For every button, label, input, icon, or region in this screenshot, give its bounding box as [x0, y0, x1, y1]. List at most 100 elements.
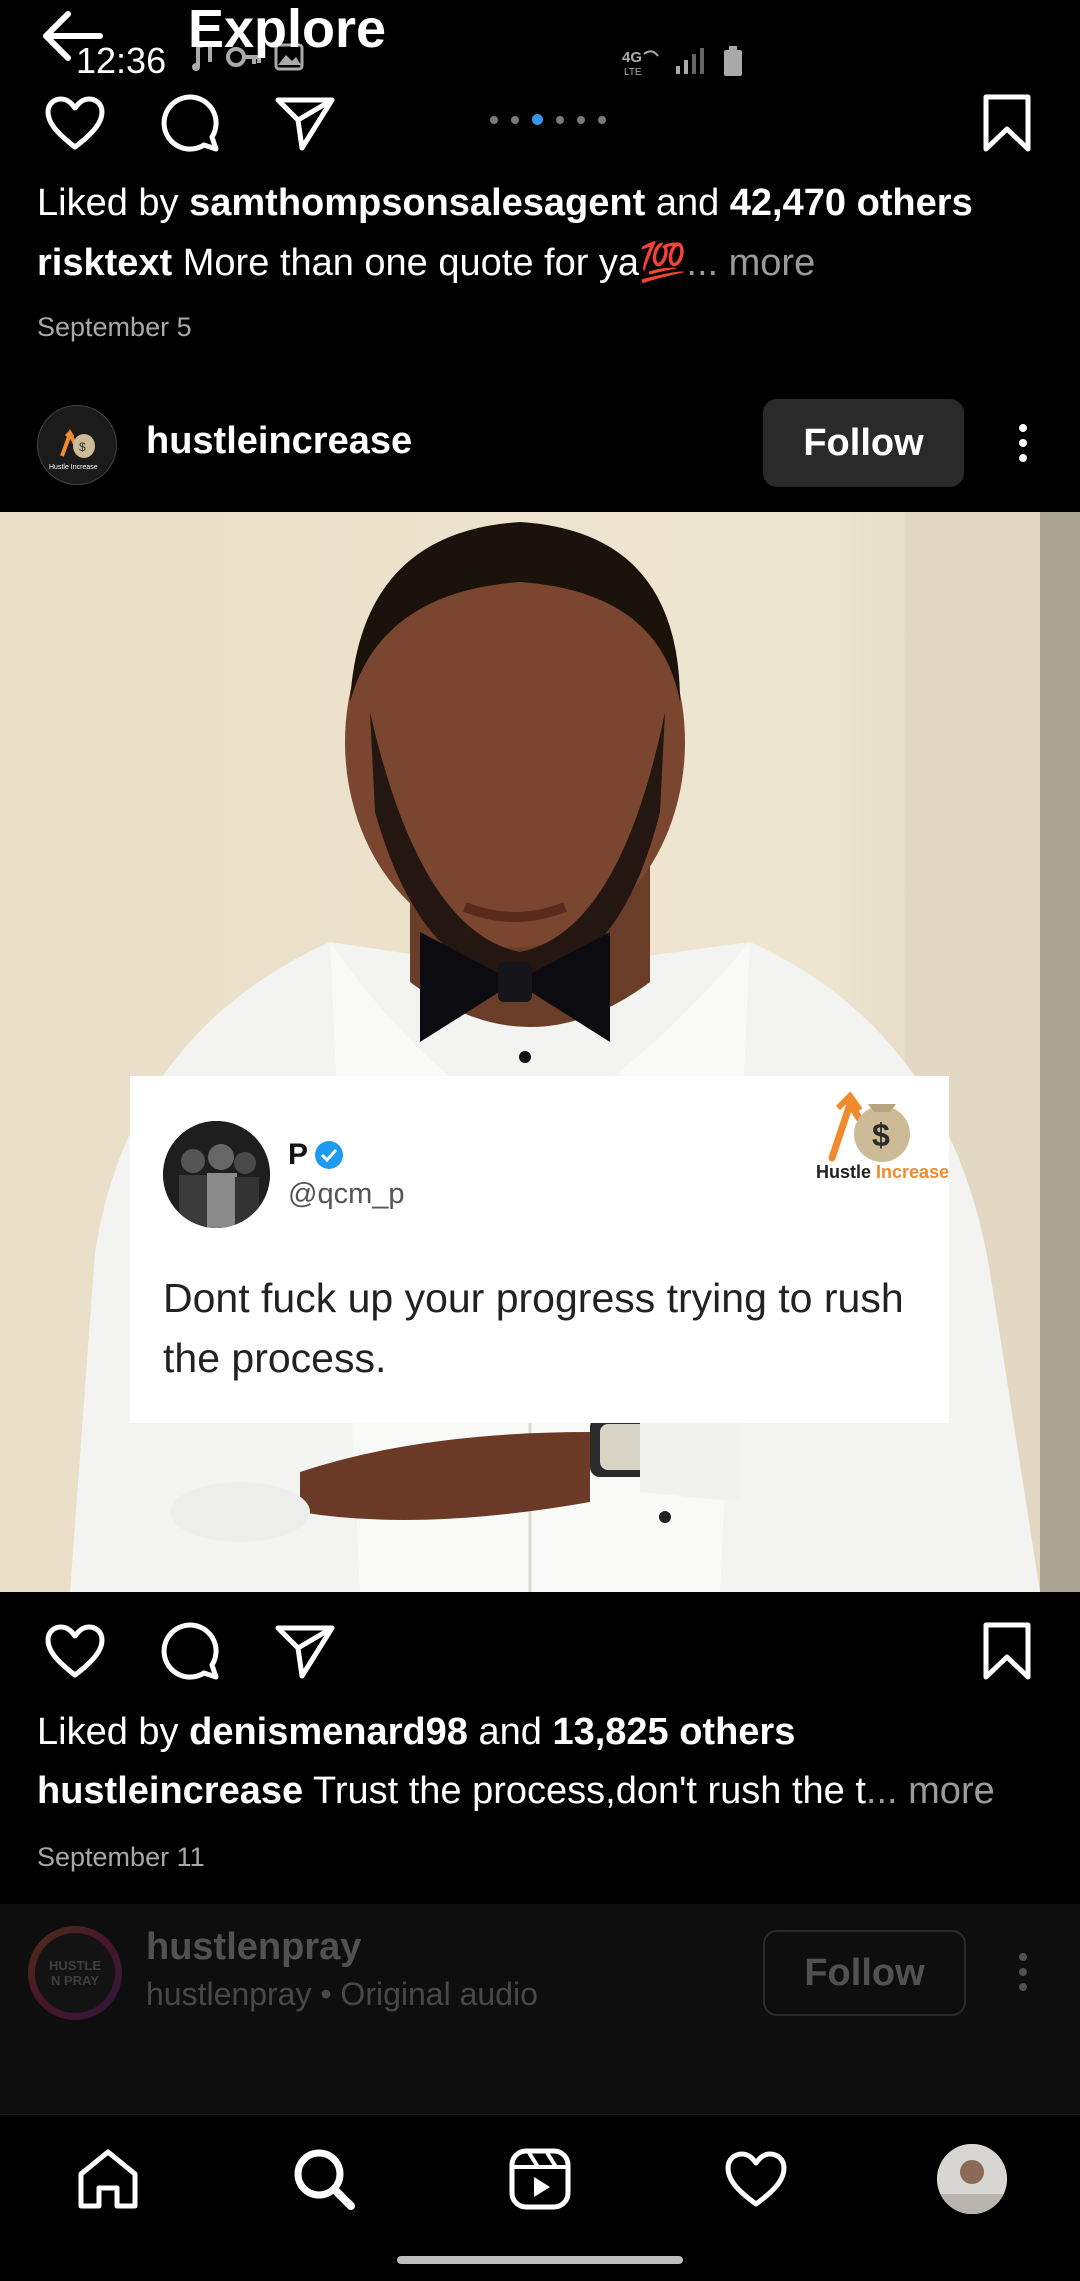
quote-author: P — [288, 1138, 344, 1172]
svg-text:4G: 4G — [622, 49, 642, 66]
nav-home[interactable] — [68, 2139, 148, 2219]
reels-icon — [509, 2148, 571, 2210]
more-icon-dot — [1019, 1953, 1027, 1961]
home-icon — [78, 2149, 138, 2209]
heart-icon — [45, 1624, 105, 1678]
follow-button[interactable]: Follow — [763, 1930, 966, 2016]
nav-reels[interactable] — [500, 2139, 580, 2219]
post2-more-button[interactable] — [1003, 399, 1043, 487]
svg-text:Hustle Increase: Hustle Increase — [49, 464, 98, 471]
post1-date: September 5 — [37, 312, 192, 342]
likes-prefix: Liked by — [37, 1711, 179, 1753]
quote-author-name: P — [288, 1138, 309, 1171]
carousel-dot — [556, 115, 564, 124]
post2-avatar[interactable]: $ Hustle Increase — [37, 405, 117, 485]
profile-photo — [937, 2144, 1007, 2214]
caption-username[interactable]: risktext — [37, 242, 172, 284]
page-title: Explore — [188, 0, 387, 59]
post1-likes[interactable]: Liked by samthompsonsalesagent and 42,47… — [37, 182, 973, 225]
save-button[interactable] — [972, 1616, 1042, 1686]
follow-button[interactable]: Follow — [763, 399, 964, 487]
more-icon-dot — [1019, 454, 1027, 462]
likes-and: and — [478, 1711, 542, 1753]
nav-profile[interactable] — [932, 2139, 1012, 2219]
more-icon-dot — [1019, 1983, 1027, 1991]
carousel-dot — [511, 115, 519, 124]
search-icon — [294, 2149, 355, 2210]
liked-by-user[interactable]: samthompsonsalesagent — [189, 182, 645, 224]
story-ring[interactable]: HUSTLE N PRAY — [28, 1926, 122, 2020]
post2-likes[interactable]: Liked by denismenard98 and 13,825 others — [37, 1711, 795, 1754]
activity-icon — [725, 2151, 787, 2207]
caption-text: More than one quote for ya💯 — [182, 242, 687, 284]
svg-text:$: $ — [79, 440, 86, 454]
brand-label: Hustle Increase — [816, 1162, 949, 1183]
comment-icon — [161, 94, 219, 152]
share-button[interactable] — [270, 1616, 340, 1686]
more-icon-dot — [1019, 1968, 1027, 1976]
comment-button[interactable] — [154, 88, 224, 158]
post2-caption: hustleincrease Trust the process,don't r… — [37, 1770, 995, 1813]
avatar-text: N PRAY — [51, 1973, 99, 1988]
bookmark-icon — [983, 94, 1031, 152]
carousel-dot — [577, 115, 585, 124]
svg-text:LTE: LTE — [624, 67, 642, 78]
post1-caption: risktext More than one quote for ya💯... … — [37, 241, 815, 285]
caption-text: Trust the process,don't rush the t — [313, 1770, 866, 1812]
verified-badge-icon — [315, 1141, 344, 1169]
likes-others[interactable]: 42,470 others — [730, 182, 973, 224]
like-button[interactable] — [40, 88, 110, 158]
save-button[interactable] — [972, 88, 1042, 158]
next-post-header: HUSTLE N PRAY hustlenpray hustlenpray • … — [0, 1904, 1080, 2114]
comment-button[interactable] — [154, 1616, 224, 1686]
quote-author-handle: @qcm_p — [288, 1178, 405, 1210]
post3-more-button[interactable] — [1003, 1928, 1043, 2016]
battery-icon — [724, 46, 742, 76]
hustleincrease-logo: $ Hustle Increase — [39, 407, 115, 483]
quote-author-avatar — [163, 1121, 270, 1228]
brand-part1: Hustle — [816, 1162, 872, 1182]
more-icon-dot — [1019, 439, 1027, 447]
carousel-indicator — [490, 114, 606, 125]
bookmark-icon — [983, 1622, 1031, 1680]
system-icons: 4G LTE — [620, 44, 744, 78]
share-icon — [275, 97, 335, 151]
comment-icon — [161, 1622, 219, 1680]
liked-by-user[interactable]: denismenard98 — [189, 1711, 468, 1753]
carousel-dot — [490, 115, 498, 124]
post2-date: September 11 — [37, 1842, 205, 1872]
back-button[interactable] — [38, 6, 108, 66]
caption-more-link[interactable]: ... more — [686, 242, 815, 284]
caption-username[interactable]: hustleincrease — [37, 1770, 303, 1812]
likes-others[interactable]: 13,825 others — [552, 1711, 795, 1753]
nav-search[interactable] — [284, 2139, 364, 2219]
post3-audio[interactable]: hustlenpray • Original audio — [146, 1976, 538, 2013]
post-photo — [0, 512, 1080, 1592]
back-arrow-icon — [43, 11, 103, 61]
heart-icon — [45, 96, 105, 150]
lte-icon: 4GLTE — [622, 49, 659, 78]
post3-avatar[interactable]: HUSTLE N PRAY — [35, 1933, 115, 2013]
caption-more-link[interactable]: ... more — [866, 1770, 995, 1812]
share-button[interactable] — [270, 88, 340, 158]
post2-image[interactable] — [0, 512, 1080, 1592]
brand-part2: Increase — [876, 1162, 950, 1182]
carousel-dot — [598, 115, 606, 124]
avatar-text: HUSTLE — [49, 1958, 101, 1973]
signal-icon — [676, 48, 704, 74]
nav-activity[interactable] — [716, 2139, 796, 2219]
quote-text: Dont fuck up your progress trying to rus… — [163, 1275, 904, 1381]
group-photo — [163, 1121, 270, 1228]
likes-and: and — [655, 182, 720, 224]
money-bag-icon: $ — [828, 1091, 910, 1162]
likes-prefix: Liked by — [37, 182, 179, 224]
like-button[interactable] — [40, 1616, 110, 1686]
share-icon — [275, 1625, 335, 1679]
post2-username[interactable]: hustleincrease — [146, 420, 412, 463]
carousel-dot-active — [532, 114, 543, 125]
profile-avatar[interactable] — [937, 2144, 1007, 2214]
post3-username[interactable]: hustlenpray — [146, 1926, 361, 1969]
svg-text:$: $ — [872, 1117, 890, 1153]
home-indicator[interactable] — [397, 2256, 683, 2264]
more-icon-dot — [1019, 424, 1027, 432]
